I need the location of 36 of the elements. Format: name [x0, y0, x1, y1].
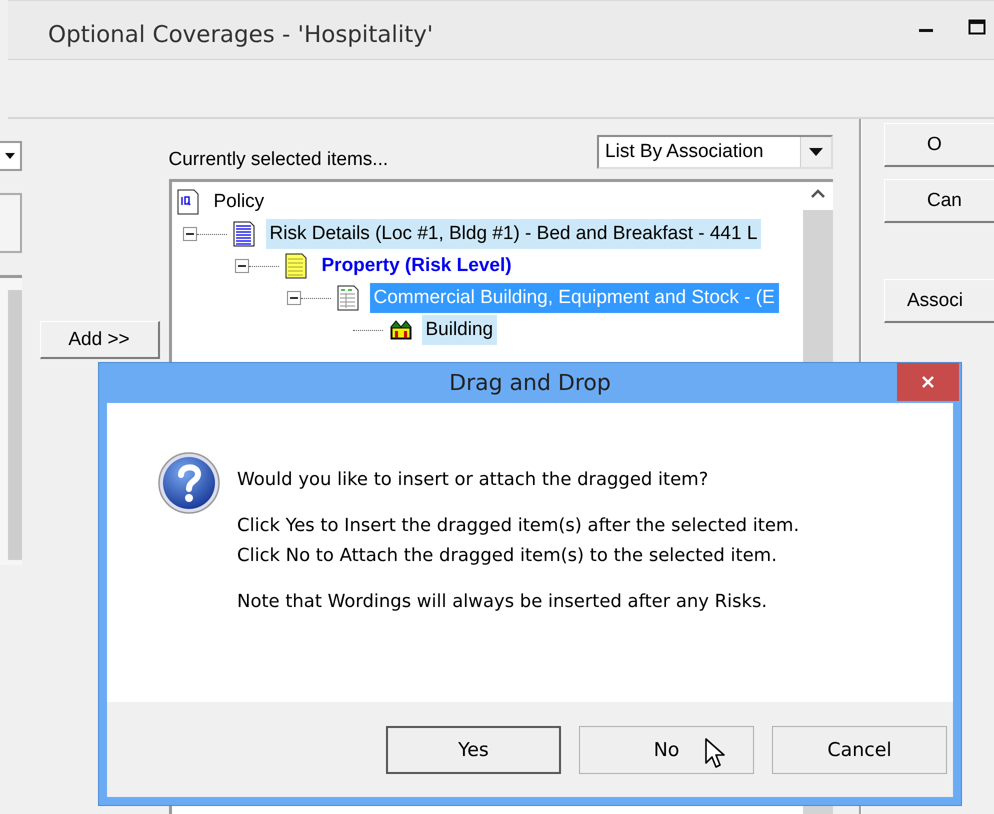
- notepad-icon: [284, 253, 308, 279]
- dropdown[interactable]: [0, 141, 22, 171]
- dialog-button[interactable]: No: [579, 726, 754, 774]
- spreadsheet-icon: [336, 285, 360, 311]
- dialog-button[interactable]: Yes: [386, 726, 561, 774]
- close-button[interactable]: [897, 363, 959, 401]
- caret-icon: [4, 153, 14, 159]
- side-button[interactable]: Associ: [884, 279, 994, 323]
- view-select[interactable]: List By Association: [597, 135, 834, 169]
- message-text: Note that Wordings will always be inserted after any Risks.: [237, 590, 768, 614]
- tree-item[interactable]: Property (Risk Level): [318, 251, 516, 281]
- caret-icon: [809, 148, 824, 156]
- message-text: Click Yes to Insert the dragged item(s) after the selected item. Click No to Attach the dragged item(s) to the selected item.: [237, 514, 800, 568]
- question-icon: [157, 451, 221, 515]
- scroll-up-icon: [810, 188, 826, 198]
- tree-item[interactable]: Building: [422, 315, 498, 345]
- collapse-icon[interactable]: [234, 259, 248, 273]
- side-button[interactable]: Can: [884, 179, 994, 223]
- dialog-button[interactable]: Cancel: [772, 726, 947, 774]
- tree-item[interactable]: Risk Details (Loc #1, Bldg #1) - Bed and Breakfast - 441 L: [266, 219, 762, 249]
- select-value: List By Association: [604, 141, 764, 163]
- tree-item[interactable]: Policy: [210, 187, 268, 217]
- dialog-title: Drag and Drop: [449, 370, 611, 396]
- close-icon: [921, 375, 935, 389]
- message-text: Would you like to insert or attach the dragged item?: [237, 468, 710, 492]
- collapse-icon[interactable]: [286, 291, 300, 305]
- document-icon: [232, 221, 256, 247]
- window-title: Optional Coverages - 'Hospitality': [48, 21, 434, 48]
- document-icon: [176, 189, 200, 215]
- add-button[interactable]: Add >>: [40, 321, 160, 359]
- scrollbar-thumb[interactable]: [8, 290, 22, 560]
- cursor-icon: [704, 737, 726, 769]
- maximize-icon[interactable]: [968, 19, 986, 35]
- list-label: Currently selected items...: [168, 149, 388, 172]
- side-button[interactable]: O: [884, 123, 994, 167]
- collapse-icon[interactable]: [182, 227, 196, 241]
